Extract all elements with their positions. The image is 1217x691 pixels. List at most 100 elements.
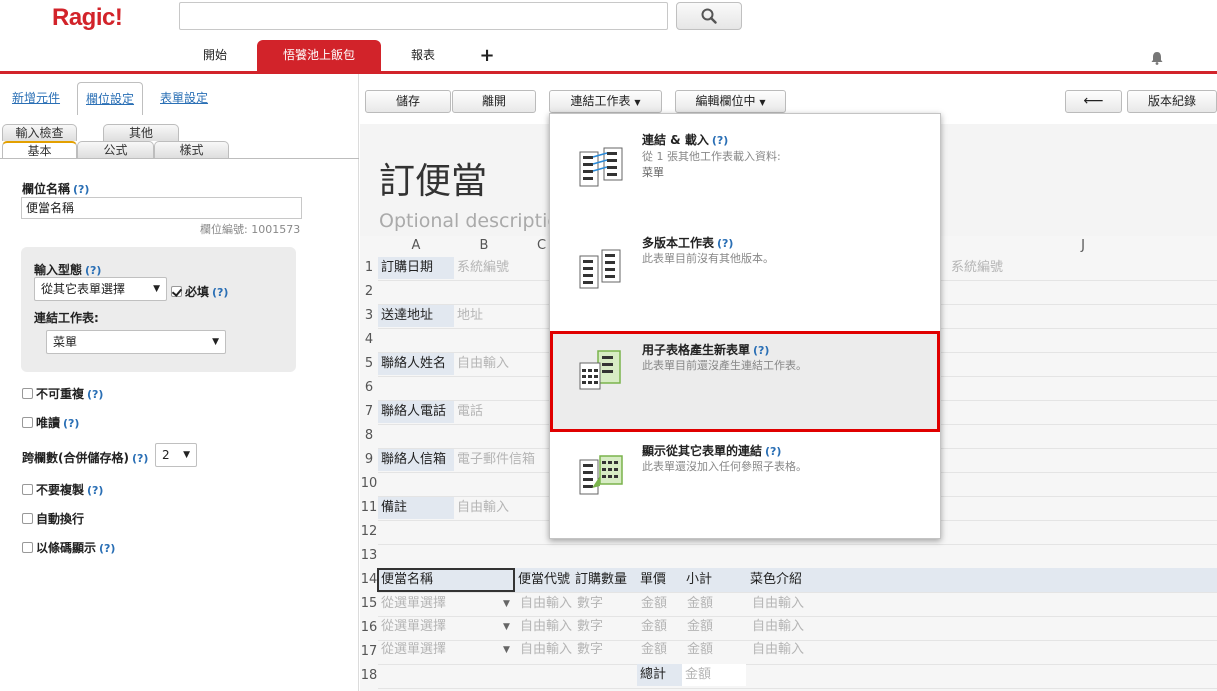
option-no-copy[interactable]: 不要複製 (?) bbox=[22, 481, 103, 498]
input-type-select[interactable]: 從其它表單選擇 ▼ bbox=[34, 277, 167, 301]
subtable-cell[interactable]: 金額 bbox=[684, 639, 746, 661]
field-value[interactable]: 電子郵件信箱 bbox=[454, 449, 549, 471]
help-link[interactable]: (?) bbox=[99, 542, 115, 555]
subtable-cell[interactable]: 自由輸入 bbox=[517, 593, 573, 615]
subtable-cell[interactable]: 數字 bbox=[574, 639, 636, 661]
menu-item-show-links[interactable]: 顯示從其它表單的連結 (?) 此表單還沒加入任何參照子表格。 bbox=[550, 432, 940, 538]
row-number[interactable]: 16 bbox=[360, 620, 378, 635]
row-number[interactable]: 1 bbox=[360, 260, 378, 275]
subtable-cell[interactable]: 金額 bbox=[638, 639, 682, 661]
row-number[interactable]: 10 bbox=[360, 476, 378, 491]
option-word-wrap[interactable]: 自動換行 bbox=[22, 510, 84, 527]
nav-tab-current-sheet[interactable]: 悟饕池上飯包 bbox=[257, 40, 381, 71]
row-number[interactable]: 8 bbox=[360, 428, 378, 443]
row-number[interactable]: 7 bbox=[360, 404, 378, 419]
menu-item-subtable-new-form[interactable]: 用子表格產生新表單 (?) 此表單目前還沒產生連結工作表。 bbox=[550, 331, 940, 432]
subtable-cell[interactable]: 數字 bbox=[574, 593, 636, 615]
total-value[interactable]: 金額 bbox=[682, 664, 746, 686]
checkbox[interactable] bbox=[22, 484, 33, 495]
checkbox[interactable] bbox=[22, 542, 33, 553]
field-label[interactable]: 訂購日期 bbox=[378, 257, 454, 279]
help-link[interactable]: (?) bbox=[212, 286, 228, 299]
subtable-cell[interactable]: 金額 bbox=[684, 616, 746, 638]
field-value[interactable]: 電話 bbox=[454, 401, 549, 423]
subtable-header[interactable]: 便當代號 bbox=[518, 568, 570, 592]
help-link[interactable]: (?) bbox=[132, 452, 148, 465]
version-history-button[interactable]: 版本紀錄 bbox=[1127, 90, 1217, 113]
subtable-cell[interactable]: 從選單選擇 bbox=[378, 593, 498, 615]
chevron-down-icon[interactable]: ▼ bbox=[500, 616, 514, 638]
help-link[interactable]: (?) bbox=[73, 183, 89, 196]
subtable-cell[interactable]: 自由輸入 bbox=[749, 639, 829, 661]
nav-tab-reports[interactable]: 報表 bbox=[393, 40, 453, 71]
row-number[interactable]: 18 bbox=[360, 668, 378, 683]
link-sheet-button[interactable]: 連結工作表 ▼ bbox=[549, 90, 662, 113]
search-button[interactable] bbox=[676, 2, 742, 30]
column-header-j[interactable]: J bbox=[1050, 238, 1116, 253]
column-header-b[interactable]: B bbox=[454, 238, 514, 253]
subtable-cell[interactable]: 金額 bbox=[638, 593, 682, 615]
field-label[interactable]: 聯絡人信箱 bbox=[378, 449, 454, 471]
row-number[interactable]: 2 bbox=[360, 284, 378, 299]
search-input[interactable] bbox=[179, 2, 668, 30]
subtab-formula[interactable]: 公式 bbox=[77, 141, 154, 158]
tab-add-component[interactable]: 新增元件 bbox=[12, 82, 60, 115]
colspan-select[interactable]: 2 ▼ bbox=[155, 443, 197, 467]
row-number[interactable]: 5 bbox=[360, 356, 378, 371]
menu-item-multi-version[interactable]: 多版本工作表 (?) 此表單目前沒有其他版本。 bbox=[550, 224, 940, 331]
total-label[interactable]: 總計 bbox=[637, 664, 682, 686]
subtable-header[interactable]: 訂購數量 bbox=[575, 568, 627, 592]
chevron-down-icon[interactable]: ▼ bbox=[500, 639, 514, 661]
help-link[interactable]: (?) bbox=[765, 445, 781, 458]
row-number[interactable]: 4 bbox=[360, 332, 378, 347]
subtable-header[interactable]: 菜色介紹 bbox=[750, 568, 802, 592]
subtable-cell[interactable]: 金額 bbox=[684, 593, 746, 615]
subtab-other[interactable]: 其他 bbox=[103, 124, 179, 141]
subtable-cell[interactable]: 從選單選擇 bbox=[378, 616, 498, 638]
subtable-cell[interactable]: 從選單選擇 bbox=[378, 639, 498, 661]
subtab-style[interactable]: 樣式 bbox=[154, 141, 229, 158]
tab-field-settings[interactable]: 欄位設定 bbox=[77, 82, 144, 115]
subtable-cell[interactable]: 數字 bbox=[574, 616, 636, 638]
subtable-cell[interactable]: 自由輸入 bbox=[749, 616, 829, 638]
field-value[interactable]: 自由輸入 bbox=[454, 497, 549, 519]
required-checkbox[interactable] bbox=[171, 286, 182, 297]
row-number[interactable]: 13 bbox=[360, 548, 378, 563]
chevron-down-icon[interactable]: ▼ bbox=[500, 593, 514, 615]
row-number[interactable]: 12 bbox=[360, 524, 378, 539]
checkbox[interactable] bbox=[22, 513, 33, 524]
form-description[interactable]: Optional descriptio bbox=[379, 210, 559, 232]
subtable-cell[interactable]: 自由輸入 bbox=[517, 616, 573, 638]
required-option[interactable]: 必填 (?) bbox=[171, 283, 228, 300]
subtable-header[interactable]: 小計 bbox=[686, 568, 712, 592]
subtable-header-selected[interactable]: 便當名稱 bbox=[377, 568, 515, 592]
row-number[interactable]: 17 bbox=[360, 644, 378, 659]
subtable-cell[interactable]: 自由輸入 bbox=[749, 593, 829, 615]
help-link[interactable]: (?) bbox=[712, 134, 728, 147]
row-number[interactable]: 15 bbox=[360, 596, 378, 611]
row-number[interactable]: 11 bbox=[360, 500, 378, 515]
column-header-a[interactable]: A bbox=[378, 238, 454, 253]
field-value[interactable]: 系統編號 bbox=[948, 257, 1058, 279]
editing-field-button[interactable]: 編輯欄位中 ▼ bbox=[675, 90, 786, 113]
link-sheet-select[interactable]: 菜單 ▼ bbox=[46, 330, 226, 354]
subtable-cell[interactable]: 自由輸入 bbox=[517, 639, 573, 661]
help-link[interactable]: (?) bbox=[717, 237, 733, 250]
row-number[interactable]: 9 bbox=[360, 452, 378, 467]
row-number[interactable]: 3 bbox=[360, 308, 378, 323]
row-number[interactable]: 14 bbox=[360, 572, 378, 587]
checkbox[interactable] bbox=[22, 388, 33, 399]
subtable-cell[interactable]: 金額 bbox=[638, 616, 682, 638]
option-barcode[interactable]: 以條碼顯示 (?) bbox=[22, 539, 115, 556]
field-label[interactable]: 備註 bbox=[378, 497, 454, 519]
field-label[interactable]: 聯絡人電話 bbox=[378, 401, 454, 423]
tab-form-settings[interactable]: 表單設定 bbox=[160, 82, 208, 115]
nav-tab-start[interactable]: 開始 bbox=[185, 40, 245, 71]
form-title[interactable]: 訂便當 bbox=[379, 152, 487, 204]
help-link[interactable]: (?) bbox=[753, 344, 769, 357]
bell-icon[interactable] bbox=[1150, 51, 1164, 68]
field-value[interactable]: 自由輸入 bbox=[454, 353, 549, 375]
ragic-logo[interactable]: Ragic! bbox=[52, 4, 123, 32]
help-link[interactable]: (?) bbox=[85, 264, 101, 277]
nav-tab-add[interactable]: + bbox=[475, 40, 499, 71]
